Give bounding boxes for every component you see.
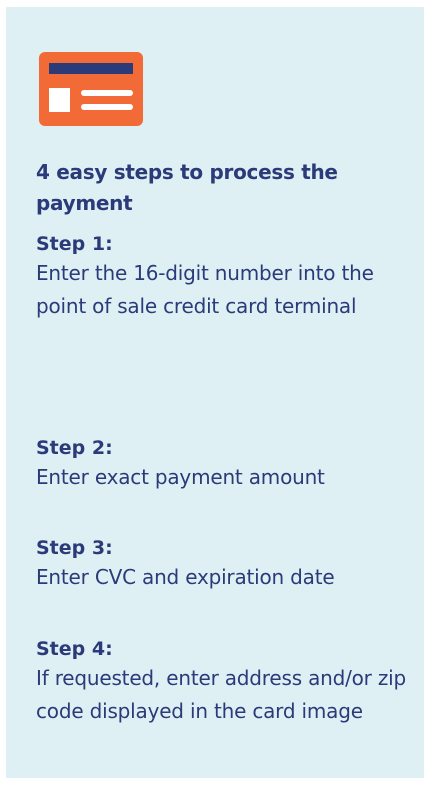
- steps-heading: 4 easy steps to process the payment: [36, 160, 338, 215]
- step-4: Step 4: If requested, enter address and/…: [36, 636, 406, 728]
- step-1-title: Step 1:: [36, 233, 113, 255]
- step-1-body: Enter the 16-digit number into the point…: [36, 261, 374, 318]
- step-3-body: Enter CVC and expiration date: [36, 565, 335, 589]
- credit-card-icon: [39, 52, 143, 126]
- step-3-title: Step 3:: [36, 537, 113, 559]
- step-2: Step 2: Enter exact payment amount: [36, 435, 406, 494]
- step-2-title: Step 2:: [36, 437, 113, 459]
- step-3: Step 3: Enter CVC and expiration date: [36, 535, 406, 594]
- step-4-body: If requested, enter address and/or zip c…: [36, 666, 407, 723]
- step-1: Step 1: Enter the 16-digit number into t…: [36, 231, 406, 323]
- step-4-title: Step 4:: [36, 638, 113, 660]
- step-2-body: Enter exact payment amount: [36, 465, 325, 489]
- payment-steps-panel: 4 easy steps to process the payment Step…: [6, 7, 424, 778]
